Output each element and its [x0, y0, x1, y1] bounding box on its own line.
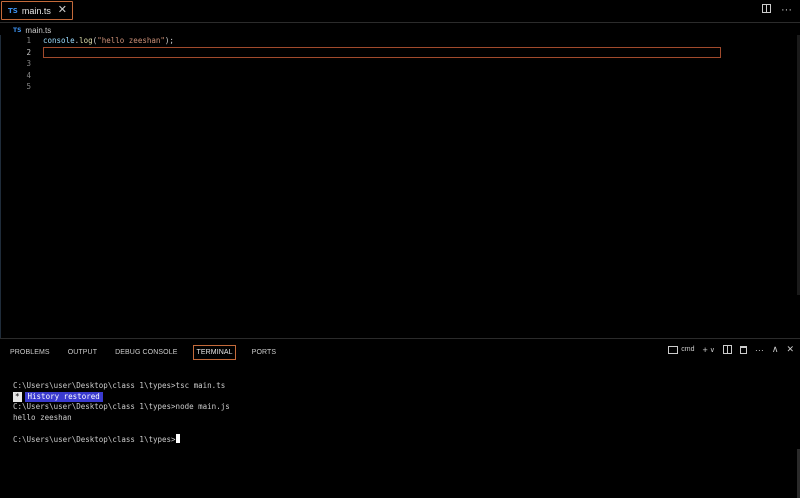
- trash-icon[interactable]: [739, 345, 747, 354]
- terminal-output[interactable]: C:\Users\user\Desktop\class 1\types>tsc …: [13, 381, 790, 444]
- terminal-prompt-line[interactable]: C:\Users\user\Desktop\class 1\types>: [13, 433, 790, 445]
- shell-label[interactable]: cmd: [681, 346, 694, 353]
- new-terminal-icon[interactable]: +: [702, 345, 707, 355]
- maximize-panel-icon[interactable]: ∧: [772, 344, 779, 355]
- chevron-down-icon[interactable]: ∨: [710, 346, 715, 354]
- code-editor[interactable]: 1 2 3 4 5 console.log("hello zeeshan");: [0, 35, 800, 338]
- line-number: 3: [26, 59, 31, 68]
- code-line-1[interactable]: console.log("hello zeeshan");: [43, 35, 174, 47]
- tab-debug-console[interactable]: DEBUG CONSOLE: [113, 346, 179, 359]
- typescript-file-icon: TS: [13, 26, 22, 34]
- split-editor-icon[interactable]: [762, 4, 771, 13]
- close-icon[interactable]: ✕: [58, 5, 67, 16]
- history-restored-badge: History restored: [24, 391, 103, 402]
- terminal-line: hello zeeshan: [13, 412, 72, 422]
- terminal-line: C:\Users\user\Desktop\class 1\types>tsc …: [13, 381, 226, 390]
- token-string: "hello zeeshan": [97, 36, 165, 45]
- token-log: log: [79, 36, 93, 45]
- tab-label: main.ts: [21, 5, 51, 16]
- editor-actions: ···: [762, 4, 792, 16]
- terminal-prompt: C:\Users\user\Desktop\class 1\types>: [13, 434, 176, 444]
- terminal-icon[interactable]: [668, 345, 679, 354]
- line-number: 5: [26, 82, 31, 91]
- panel-tab-bar: PROBLEMS OUTPUT DEBUG CONSOLE TERMINAL P…: [8, 343, 278, 361]
- bottom-panel: PROBLEMS OUTPUT DEBUG CONSOLE TERMINAL P…: [0, 338, 800, 498]
- line-number: 1: [26, 36, 31, 45]
- tab-main-ts[interactable]: TS main.ts ✕: [1, 1, 73, 20]
- close-panel-icon[interactable]: ✕: [786, 344, 794, 355]
- history-restored-line: * History restored: [13, 391, 790, 402]
- more-actions-icon[interactable]: ···: [781, 4, 792, 16]
- tab-ports[interactable]: PORTS: [250, 346, 279, 359]
- current-line-highlight: [43, 47, 721, 58]
- more-actions-icon[interactable]: ···: [755, 345, 764, 355]
- breadcrumb-file[interactable]: main.ts: [25, 26, 51, 35]
- token-console: console: [43, 36, 75, 45]
- terminal-line: C:\Users\user\Desktop\class 1\types>node…: [13, 402, 230, 411]
- line-number-active: 2: [26, 47, 31, 57]
- typescript-file-icon: TS: [8, 6, 18, 15]
- editor-tab-bar: TS main.ts ✕ ···: [0, 0, 800, 23]
- panel-actions: cmd + ∨ ··· ∧ ✕: [668, 344, 794, 355]
- token-close: );: [164, 36, 174, 45]
- tab-problems[interactable]: PROBLEMS: [8, 346, 52, 359]
- tab-terminal[interactable]: TERMINAL: [193, 344, 236, 360]
- history-star: *: [13, 391, 22, 402]
- vscode-window: TS main.ts ✕ ··· TS main.ts 1 2 3 4 5 co…: [0, 0, 800, 498]
- line-number: 4: [26, 70, 31, 80]
- tab-output[interactable]: OUTPUT: [66, 346, 99, 359]
- terminal-cursor: [175, 433, 180, 443]
- split-terminal-icon[interactable]: [722, 345, 732, 354]
